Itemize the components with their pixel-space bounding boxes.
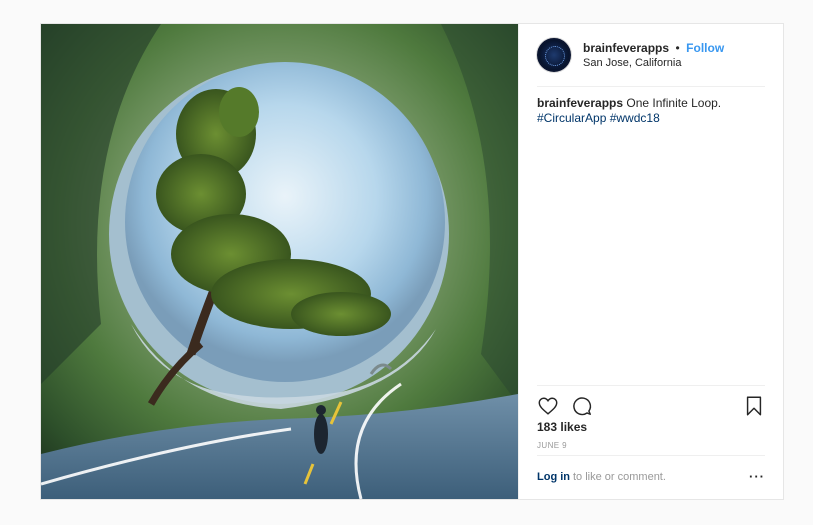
follow-button[interactable]: Follow — [686, 41, 724, 55]
login-link[interactable]: Log in — [537, 471, 570, 483]
username-link[interactable]: brainfeverapps — [583, 41, 669, 55]
more-options-icon[interactable]: ··· — [749, 469, 765, 484]
post-photo[interactable] — [41, 24, 518, 499]
separator-dot: • — [675, 40, 680, 55]
avatar[interactable] — [537, 38, 571, 72]
comment-icon[interactable] — [571, 395, 593, 417]
caption: brainfeverapps One Infinite Loop. #Circu… — [537, 96, 765, 126]
hashtag-link[interactable]: #wwdc18 — [610, 111, 660, 125]
caption-username[interactable]: brainfeverapps — [537, 96, 623, 110]
login-prompt: to like or comment. — [573, 470, 666, 483]
header-divider — [537, 86, 765, 87]
post-card: brainfeverapps • Follow San Jose, Califo… — [40, 23, 784, 500]
likes-count[interactable]: 183 likes — [537, 420, 587, 434]
caption-text: One Infinite Loop. — [626, 96, 722, 110]
footer-divider — [537, 455, 765, 456]
post-date: JUNE 9 — [537, 441, 567, 450]
heart-icon[interactable] — [537, 395, 559, 417]
comment-footer: Log in to like or comment. ··· — [537, 469, 765, 484]
action-bar — [537, 393, 765, 419]
actions-divider — [537, 385, 765, 386]
post-header: brainfeverapps • Follow San Jose, Califo… — [519, 24, 783, 86]
photo-artwork — [41, 24, 518, 499]
hashtag-link[interactable]: #CircularApp — [537, 111, 606, 125]
post-author: brainfeverapps • Follow San Jose, Califo… — [583, 40, 724, 71]
post-details: brainfeverapps • Follow San Jose, Califo… — [518, 24, 783, 499]
bookmark-icon[interactable] — [743, 395, 765, 417]
location-link[interactable]: San Jose, California — [583, 56, 724, 71]
